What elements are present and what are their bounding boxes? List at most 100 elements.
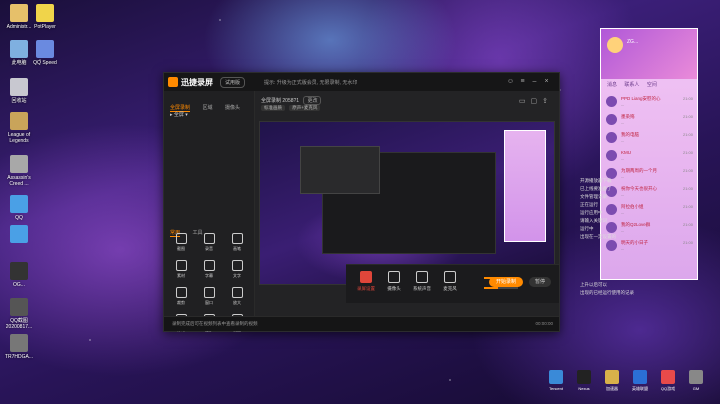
- desktop-icon[interactable]: QQ截图 20200817...: [2, 298, 36, 330]
- folder-icon[interactable]: ▭: [519, 98, 531, 105]
- tab-contacts[interactable]: 联系人: [624, 81, 639, 88]
- tool-window[interactable]: 窗口: [196, 287, 222, 306]
- pen-icon: [231, 233, 243, 244]
- desktop-icon[interactable]: Tencent: [545, 370, 567, 391]
- system-sound-button[interactable]: 系统声音: [408, 271, 436, 292]
- list-item[interactable]: 为期两周的一个月 21:00...: [601, 165, 697, 183]
- tool-zoom[interactable]: 放大: [224, 287, 250, 306]
- screen-recorder-window: 迅捷录屏 试用版 提示: 升级为正式版会员, 无限录制, 无水印 ☺ ≡ – ×…: [163, 72, 560, 332]
- tab-area[interactable]: 区域: [202, 104, 212, 111]
- qq-game-icon: [661, 370, 675, 384]
- close-icon[interactable]: ×: [542, 77, 551, 86]
- camera-icon: [388, 271, 400, 283]
- chat-panel: ZG... 消息 联系人 空间 PPD Liang安慰的心 21:00... 墨染…: [600, 28, 698, 280]
- recording-preview: [259, 121, 555, 285]
- left-panel: 全屏录制 区域 摄像头 ▸ 全屏 ▾ 常用 工具 截图 录音 画笔 素材 字幕 …: [164, 91, 255, 332]
- pause-button[interactable]: 暂停: [529, 277, 551, 287]
- upgrade-notice[interactable]: 提示: 升级为正式版会员, 无限录制, 无水印: [264, 79, 357, 86]
- desktop-icon[interactable]: 加速器: [601, 370, 623, 392]
- microphone-button[interactable]: 麦克风: [436, 271, 464, 292]
- tool-pen[interactable]: 画笔: [224, 233, 250, 252]
- chat-tabs: 消息 联系人 空间: [601, 81, 697, 88]
- file-icon: [10, 334, 28, 352]
- desktop-icon[interactable]: Assassin's Creed ...: [2, 155, 36, 187]
- league-of-legends-icon: [10, 112, 28, 130]
- desktop-icon[interactable]: Nexus: [573, 370, 595, 391]
- avatar[interactable]: [607, 37, 623, 53]
- start-recording-button[interactable]: 开始录制: [489, 277, 523, 287]
- recycle-bin-icon: [10, 78, 28, 96]
- list-item[interactable]: PPD Liang安慰的心 21:00...: [601, 93, 697, 111]
- list-item[interactable]: 阿拉伯小姐 21:00...: [601, 201, 697, 219]
- share-icon[interactable]: ⇪: [542, 98, 553, 105]
- record-controls: 录屏设置 摄像头 系统声音 麦克风 开始录制 暂停: [346, 264, 559, 303]
- text-icon: [231, 260, 243, 271]
- computer-icon: [10, 40, 28, 58]
- tool-subtitle[interactable]: 字幕: [196, 260, 222, 279]
- preview-chat-panel: [504, 130, 546, 242]
- area-select[interactable]: ▸ 全屏 ▾: [170, 111, 188, 118]
- record-settings-button[interactable]: 录屏设置: [352, 271, 380, 292]
- title-bar: 迅捷录屏 试用版 提示: 升级为正式版会员, 无限录制, 无水印 ☺ ≡ – ×: [164, 73, 559, 92]
- mic-volume-slider[interactable]: [484, 287, 518, 289]
- zoom-icon: [231, 287, 243, 298]
- user-icon[interactable]: ☺: [506, 77, 515, 86]
- desktop-icon[interactable]: League of Legends: [2, 112, 36, 144]
- desktop-icon[interactable]: [2, 225, 36, 245]
- desktop-icon[interactable]: TR7HDGA...: [2, 334, 36, 360]
- window-icon[interactable]: ▢: [531, 98, 543, 105]
- main-panel: 全屏录制 2058?1 更改 标准画质 原声+麦克风 ▭▢⇪ 录屏设置 摄像头: [255, 91, 559, 317]
- desktop-icon[interactable]: OG...: [2, 262, 36, 288]
- minimize-icon[interactable]: –: [530, 77, 539, 86]
- gm-icon: [689, 370, 703, 384]
- avatar: [606, 96, 617, 107]
- list-item[interactable]: 祝你今天也很开心 21:00...: [601, 183, 697, 201]
- tab-camera[interactable]: 摄像头: [225, 104, 240, 111]
- tool-crop[interactable]: 裁剪: [168, 287, 194, 306]
- tool-text[interactable]: 文字: [224, 260, 250, 279]
- status-message: 录制完成后可在视频列表中查看录制的视频: [172, 321, 258, 326]
- desktop-icon[interactable]: QQ Speed: [28, 40, 62, 66]
- list-item[interactable]: 墨染殇 21:00...: [601, 111, 697, 129]
- list-item[interactable]: 我的电脑 21:00...: [601, 129, 697, 147]
- avatar: [606, 132, 617, 143]
- desktop-icon[interactable]: QQ游戏: [657, 370, 679, 392]
- avatar: [606, 240, 617, 251]
- image-icon: [175, 260, 187, 271]
- tool-audio[interactable]: 录音: [196, 233, 222, 252]
- desktop-icon[interactable]: 回收站: [2, 78, 36, 104]
- subtitle-icon: [203, 260, 215, 271]
- audio-tag[interactable]: 原声+麦克风: [289, 105, 321, 111]
- tab-space[interactable]: 空间: [647, 81, 657, 88]
- change-button[interactable]: 更改: [303, 96, 322, 105]
- chat-user-name: ZG...: [627, 39, 639, 45]
- tool-material[interactable]: 素材: [168, 260, 194, 279]
- window-icon: [203, 287, 215, 298]
- preview-nested-window-inner: [300, 146, 380, 194]
- crop-icon: [175, 287, 187, 298]
- avatar: [606, 222, 617, 233]
- desktop-icon[interactable]: PotPlayer: [28, 4, 62, 30]
- desktop-icon[interactable]: QQ: [2, 195, 36, 221]
- speaker-icon: [416, 271, 428, 283]
- tab-messages[interactable]: 消息: [607, 81, 617, 88]
- desktop-icon[interactable]: 英雄联盟: [629, 370, 651, 392]
- version-badge[interactable]: 试用版: [220, 77, 246, 88]
- app-brand: 迅捷录屏: [181, 78, 213, 87]
- record-icon: [360, 271, 372, 283]
- quality-tags: 标准画质 原声+麦克风: [261, 105, 323, 111]
- list-item[interactable]: KMU 21:00...: [601, 147, 697, 165]
- mic-icon: [203, 233, 215, 244]
- desktop-icon[interactable]: GM: [685, 370, 707, 391]
- menu-icon[interactable]: ≡: [518, 77, 527, 86]
- tool-screenshot[interactable]: 截图: [168, 233, 194, 252]
- chat-header: ZG...: [601, 29, 697, 79]
- quality-tag[interactable]: 标准画质: [261, 105, 285, 111]
- potplayer-icon: [36, 4, 54, 22]
- qq-icon: [10, 195, 28, 213]
- camera-button[interactable]: 摄像头: [380, 271, 408, 292]
- screenshot-file-icon: [10, 298, 28, 316]
- status-bar: 录制完成后可在视频列表中查看录制的视频 00:00:00: [164, 316, 559, 331]
- main-header: 全屏录制 2058?1 更改: [261, 96, 322, 105]
- accelerator-icon: [605, 370, 619, 384]
